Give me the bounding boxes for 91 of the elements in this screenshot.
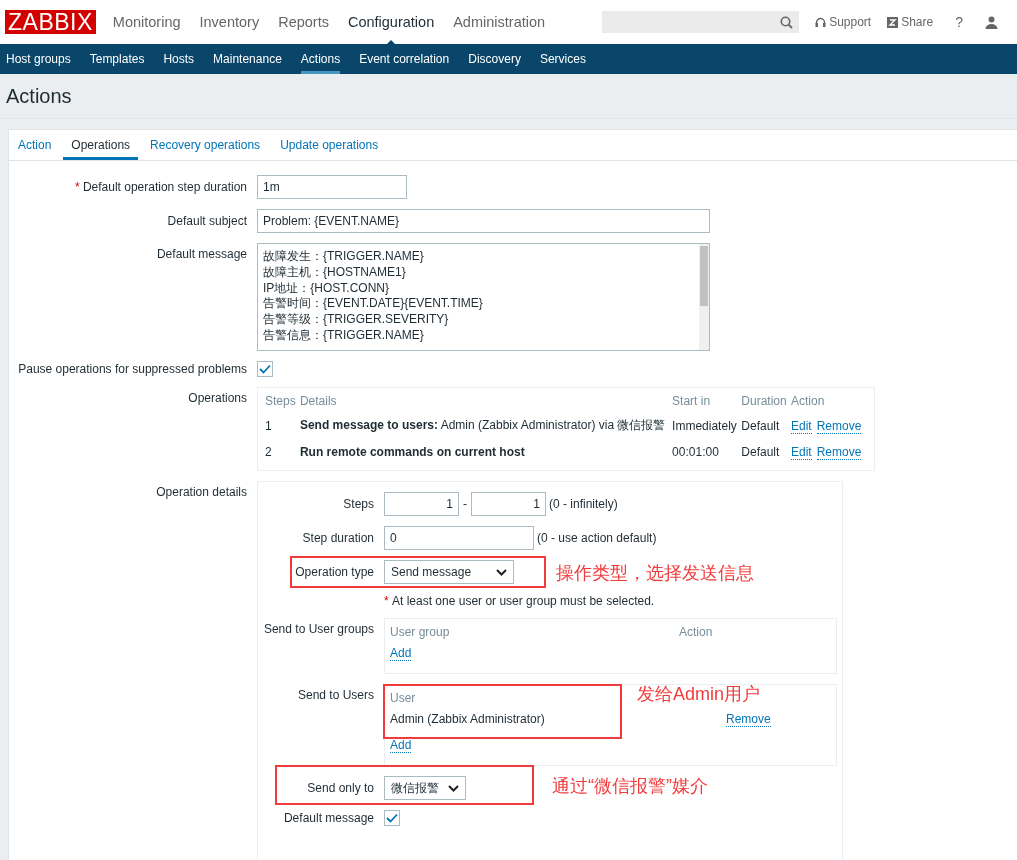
text-line: 故障发生：{TRIGGER.NAME}	[263, 249, 425, 265]
checkbox[interactable]	[257, 361, 273, 377]
column-header: Steps	[264, 393, 297, 410]
user-icon[interactable]	[985, 15, 998, 29]
chevron-icon	[448, 784, 459, 792]
checkbox[interactable]	[384, 810, 400, 826]
text-line: IP地址：{HOST.CONN}	[263, 280, 391, 297]
headset-icon	[815, 16, 827, 28]
main-menu-item[interactable]: Administration	[453, 14, 546, 30]
column-header: Duration	[740, 393, 788, 410]
field-label: Operation type	[295, 565, 374, 579]
submenu-item[interactable]: Templates	[89, 44, 145, 74]
field-label: Default operation step duration	[82, 180, 247, 194]
table-link[interactable]: Remove	[816, 445, 862, 460]
text-line: 告警等级：{TRIGGER.SEVERITY}	[263, 312, 450, 328]
table-link[interactable]: Edit	[791, 418, 812, 434]
select-dropdown[interactable]: Send message	[384, 560, 514, 584]
page-title: Actions	[0, 74, 1017, 119]
input-field[interactable]: 1m	[257, 175, 407, 199]
submenu-item[interactable]: Services	[539, 44, 586, 74]
annotation-text: 通过“微信报警”媒介	[552, 775, 708, 798]
hint-text: (0 - use action default)	[537, 531, 657, 545]
input-field[interactable]: 1	[471, 492, 546, 516]
text-line: 告警信息：{TRIGGER.NAME}	[263, 328, 425, 344]
annotation-text: 发给Admin用户	[637, 683, 761, 706]
column-header: User group	[390, 625, 451, 639]
field-label: Default message	[156, 247, 247, 261]
column-header: Action	[679, 625, 713, 639]
submenu-item[interactable]: Host groups	[6, 44, 71, 74]
logo[interactable]: ZABBIX	[5, 10, 96, 34]
select-dropdown[interactable]: 微信报警	[384, 776, 466, 800]
search-icon	[780, 15, 794, 29]
help-link[interactable]: ?	[955, 14, 963, 30]
submenu-item[interactable]: Maintenance	[213, 44, 282, 74]
field-label: Step duration	[302, 531, 374, 545]
field-label: Operations	[188, 391, 247, 405]
required-mark: *	[74, 180, 80, 194]
field-label: Operation details	[156, 485, 247, 499]
table-cell-text: 00:01:00	[671, 444, 720, 461]
field-label: Send to Users	[297, 688, 374, 702]
column-header: Start in	[671, 393, 712, 410]
field-label: Pause operations for suppressed problems	[18, 362, 247, 376]
text-line: 告警时间：{EVENT.DATE}{EVENT.TIME}	[263, 296, 484, 313]
field-label: Default message	[283, 811, 374, 825]
table-cell-text: Admin (Zabbix Administrator)	[390, 712, 546, 727]
table-cell-text: 2	[264, 444, 273, 461]
table-link[interactable]: Edit	[791, 445, 812, 460]
message-textarea[interactable]: 故障发生：{TRIGGER.NAME} 故障主机：{HOSTNAME1} IP地址：{HOST.CONN} 告警时间：{EVENT.DATE}{EVENT.TIME} 告警等级：{TRIGGER.SEVERITY} 告警信息：{TRIGGER.NAME}	[257, 243, 710, 351]
input-field[interactable]: Problem: {EVENT.NAME}	[257, 209, 710, 233]
search-field[interactable]	[602, 11, 800, 33]
submenu-item[interactable]: Event correlation	[359, 44, 450, 74]
separator-text: -	[463, 497, 467, 511]
table-cell-text: Run remote commands on current host	[298, 444, 526, 461]
table-link[interactable]: Remove	[816, 418, 862, 434]
field-label: Steps	[343, 497, 374, 511]
main-menu-item[interactable]: Inventory	[199, 14, 260, 30]
table-cell-text: Send message to users: Admin (Zabbix Administrator) via 微信报警	[298, 417, 667, 434]
submenu-item[interactable]: Hosts	[163, 44, 195, 74]
submenu-item[interactable]: Actions	[300, 44, 341, 74]
input-field[interactable]: 0	[384, 526, 534, 550]
scrollbar[interactable]	[699, 244, 709, 350]
table-cell-text: Immediately	[671, 417, 738, 435]
table-cell-text: Default	[740, 444, 781, 461]
required-mark: *	[384, 594, 389, 608]
input-field[interactable]: 1	[384, 492, 459, 516]
tab[interactable]: Action	[10, 130, 60, 160]
tab[interactable]: Recovery operations	[142, 130, 269, 160]
remove-link[interactable]: Remove	[726, 712, 771, 727]
column-header: Action	[790, 393, 826, 410]
text-line: 故障主机：{HOSTNAME1}	[263, 264, 407, 281]
column-header: User	[390, 691, 416, 705]
main-menu-item[interactable]: Monitoring	[112, 14, 181, 30]
annotation-text: 操作类型，选择发送信息	[556, 562, 754, 585]
share-icon	[887, 16, 899, 28]
header-link[interactable]: Support	[815, 15, 872, 29]
column-header: Details	[298, 393, 338, 410]
add-link[interactable]: Add	[390, 738, 412, 753]
chevron-icon	[496, 568, 507, 576]
field-label: Default subject	[167, 214, 247, 228]
field-label: Send to User groups	[263, 622, 374, 636]
header-link[interactable]: Share	[887, 15, 934, 29]
field-label: Send only to	[307, 781, 374, 795]
note-text: At least one user or user group must be selected.	[392, 594, 655, 608]
main-menu-item[interactable]: Reports	[278, 14, 329, 30]
hint-text: (0 - infinitely)	[549, 497, 618, 511]
table-cell-text: 1	[264, 417, 273, 435]
table-cell-text: Default	[740, 417, 781, 435]
submenu-item[interactable]: Discovery	[468, 44, 521, 74]
tab[interactable]: Update operations	[272, 130, 387, 160]
tab[interactable]: Operations	[63, 130, 139, 160]
add-link[interactable]: Add	[390, 646, 412, 661]
